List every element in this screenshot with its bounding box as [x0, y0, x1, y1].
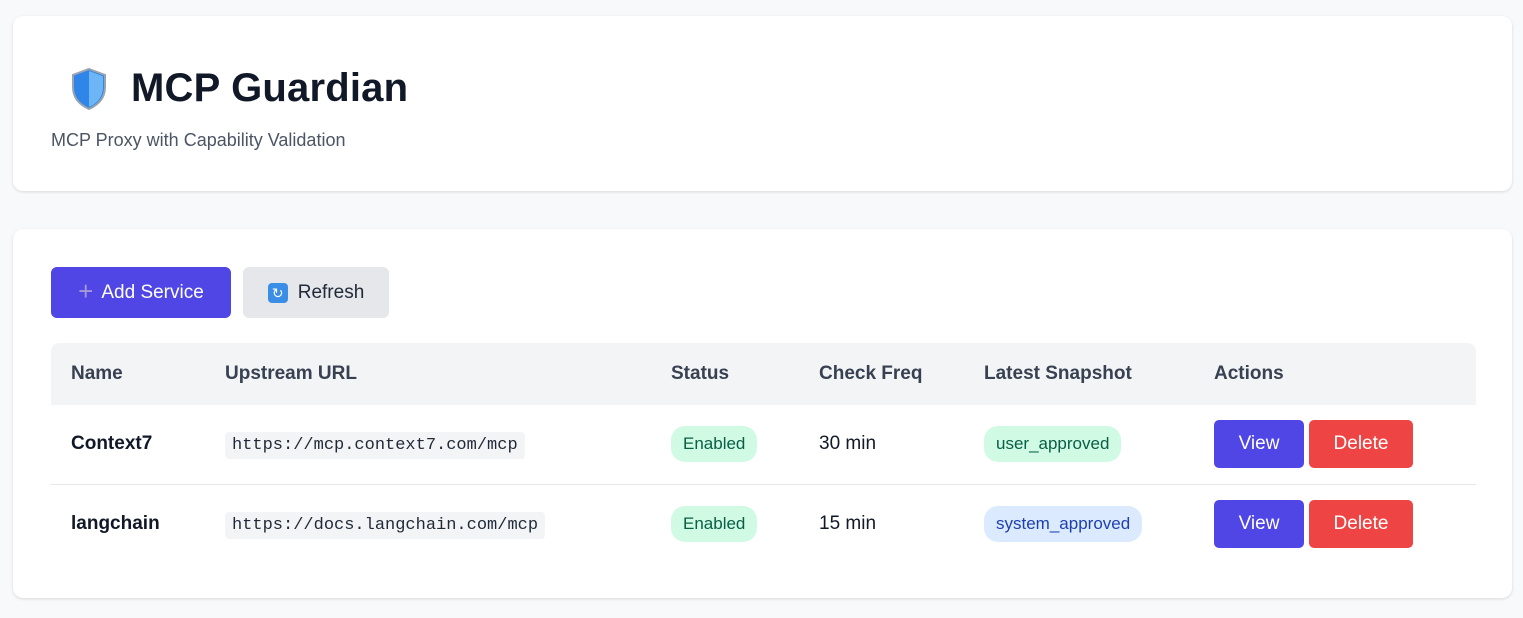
column-header-actions: Actions [1214, 363, 1284, 384]
column-header-url: Upstream URL [225, 363, 357, 384]
refresh-label: Refresh [297, 281, 365, 303]
services-card: + Add Service ↻ Refresh Name Upstream UR… [13, 229, 1512, 598]
delete-button[interactable]: Delete [1309, 420, 1413, 469]
upstream-url: https://docs.langchain.com/mcp [225, 511, 546, 539]
view-button[interactable]: View [1214, 420, 1304, 469]
check-frequency: 15 min [819, 512, 877, 534]
table-row: langchain https://docs.langchain.com/mcp… [51, 484, 1476, 563]
header-card: MCP Guardian MCP Proxy with Capability V… [13, 16, 1512, 191]
column-header-check-freq: Check Freq [819, 363, 923, 384]
add-service-label: Add Service [101, 281, 204, 303]
view-button[interactable]: View [1214, 499, 1304, 548]
status-badge: Enabled [671, 426, 758, 463]
check-frequency: 30 min [819, 433, 877, 455]
add-service-button[interactable]: + Add Service [51, 267, 231, 318]
page-title: MCP Guardian [131, 66, 409, 110]
upstream-url: https://mcp.context7.com/mcp [225, 432, 525, 460]
page-subtitle: MCP Proxy with Capability Validation [51, 130, 346, 150]
service-name: langchain [71, 512, 160, 534]
snapshot-badge: system_approved [984, 505, 1143, 542]
column-header-status: Status [671, 363, 730, 384]
column-header-name: Name [71, 363, 123, 384]
refresh-button[interactable]: ↻ Refresh [243, 267, 389, 318]
row-actions: View Delete [1214, 420, 1476, 469]
table-row: Context7 https://mcp.context7.com/mcp En… [51, 405, 1476, 485]
table-header-row: Name Upstream URL Status Check Freq Late… [51, 343, 1476, 405]
snapshot-badge: user_approved [984, 426, 1122, 463]
title-row: MCP Guardian [69, 66, 408, 111]
refresh-icon: ↻ [267, 282, 288, 303]
row-actions: View Delete [1214, 499, 1476, 548]
toolbar: + Add Service ↻ Refresh [51, 267, 389, 318]
plus-icon: + [78, 276, 94, 306]
column-header-latest-snapshot: Latest Snapshot [984, 363, 1132, 384]
shield-icon [72, 67, 106, 110]
delete-button[interactable]: Delete [1309, 499, 1413, 548]
service-name: Context7 [71, 433, 153, 455]
services-table: Name Upstream URL Status Check Freq Late… [51, 343, 1476, 563]
status-badge: Enabled [671, 505, 758, 542]
